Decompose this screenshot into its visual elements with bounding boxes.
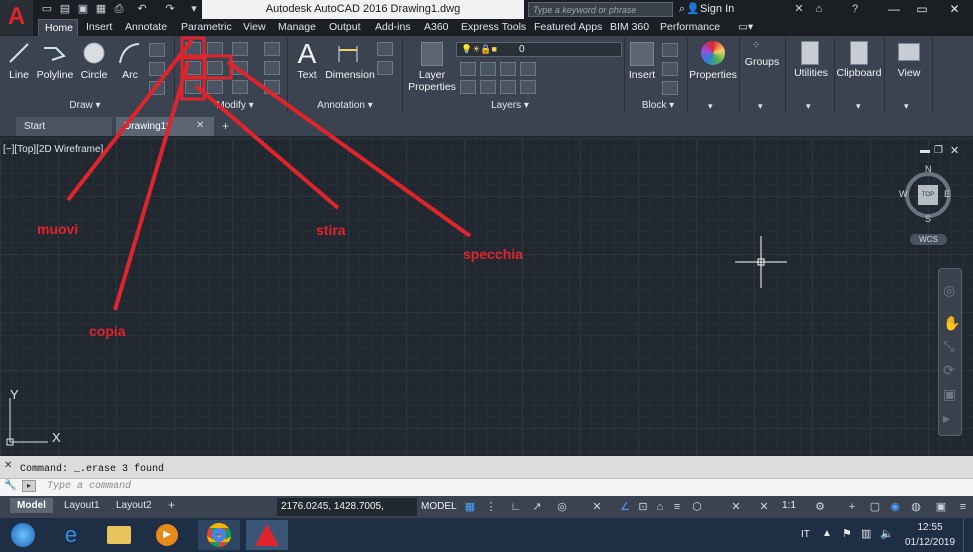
annotation-scale-value[interactable]: 1:1 bbox=[782, 500, 796, 511]
tab-layout1[interactable]: Layout1 bbox=[57, 498, 107, 513]
copia-arrow-line bbox=[113, 61, 190, 311]
annotation-stira: stira bbox=[316, 222, 346, 238]
recent-commands-icon[interactable]: ▸ bbox=[22, 480, 36, 492]
show-desktop-button[interactable] bbox=[963, 518, 973, 552]
windows-logo-icon bbox=[11, 523, 35, 547]
osnap-icon[interactable]: ✕ bbox=[590, 500, 604, 514]
coordinates-display: 2176.0245, 1428.7005, 0.0000 bbox=[277, 498, 417, 530]
chrome-icon[interactable] bbox=[198, 520, 240, 550]
command-input[interactable] bbox=[0, 478, 973, 497]
command-placeholder: Type a command bbox=[47, 481, 132, 492]
isodraft-icon[interactable]: ◎ bbox=[555, 500, 569, 514]
workspace-gear-icon[interactable]: ⚙ bbox=[813, 500, 827, 514]
annotation-copia: copia bbox=[89, 323, 126, 339]
annotation-monitor-icon[interactable]: + bbox=[845, 500, 859, 514]
ortho-icon[interactable]: ∟ bbox=[509, 500, 523, 514]
selection-cycling-icon[interactable]: ≡ bbox=[670, 500, 684, 514]
action-center-flag-icon[interactable]: ⚑ bbox=[842, 527, 852, 540]
mirror-highlight-box bbox=[203, 54, 233, 80]
annotation-scale-icon[interactable]: ✕ bbox=[757, 500, 771, 514]
grid-icon[interactable]: ▦ bbox=[463, 500, 477, 514]
taskbar-time[interactable]: 12:55 bbox=[910, 522, 950, 533]
annotation-visibility-icon[interactable]: ✕ bbox=[729, 500, 743, 514]
command-close-icon[interactable]: ✕ bbox=[4, 460, 12, 471]
tab-model[interactable]: Model bbox=[10, 498, 53, 513]
hardware-acceleration-icon[interactable]: ◍ bbox=[909, 500, 923, 514]
customize-icon[interactable]: 🔧 bbox=[4, 480, 16, 491]
network-icon[interactable]: ▥ bbox=[861, 527, 871, 540]
units-icon[interactable]: ▢ bbox=[868, 500, 882, 514]
muovi-arrow-line bbox=[66, 38, 194, 202]
snap-icon[interactable]: ⋮ bbox=[484, 500, 498, 514]
isolate-objects-icon[interactable]: ◉ bbox=[888, 500, 902, 514]
start-button[interactable] bbox=[2, 520, 44, 550]
clean-screen-icon[interactable]: ▣ bbox=[934, 500, 948, 514]
customization-icon[interactable]: ≡ bbox=[956, 500, 970, 514]
language-indicator[interactable]: IT bbox=[801, 529, 810, 540]
tray-expand-icon[interactable]: ▲ bbox=[822, 528, 832, 539]
3d-osnap-icon[interactable]: ⬡ bbox=[690, 500, 704, 514]
volume-icon[interactable]: 🔈 bbox=[880, 527, 894, 540]
tab-layout2[interactable]: Layout2 bbox=[109, 498, 159, 513]
stira-arrow-line bbox=[194, 84, 340, 210]
file-explorer-icon[interactable] bbox=[98, 520, 140, 550]
polar-icon[interactable]: ↗ bbox=[530, 500, 544, 514]
model-space-button[interactable]: MODEL bbox=[421, 498, 457, 516]
lineweight-icon[interactable]: ⊡ bbox=[636, 500, 650, 514]
new-layout-icon[interactable]: + bbox=[168, 498, 175, 512]
annotation-muovi: muovi bbox=[37, 221, 79, 237]
transparency-icon[interactable]: ⌂ bbox=[653, 500, 667, 514]
annotation-specchia: specchia bbox=[463, 246, 523, 262]
internet-explorer-icon[interactable]: e bbox=[50, 520, 92, 550]
specchia-arrow-line bbox=[226, 60, 472, 238]
taskbar-date[interactable]: 01/12/2019 bbox=[904, 537, 956, 548]
command-history-text: Command: _.erase 3 found bbox=[20, 464, 165, 475]
autocad-taskbar-icon[interactable] bbox=[246, 520, 288, 550]
otrack-icon[interactable]: ∠ bbox=[618, 500, 632, 514]
media-player-icon[interactable]: ▶ bbox=[146, 520, 188, 550]
